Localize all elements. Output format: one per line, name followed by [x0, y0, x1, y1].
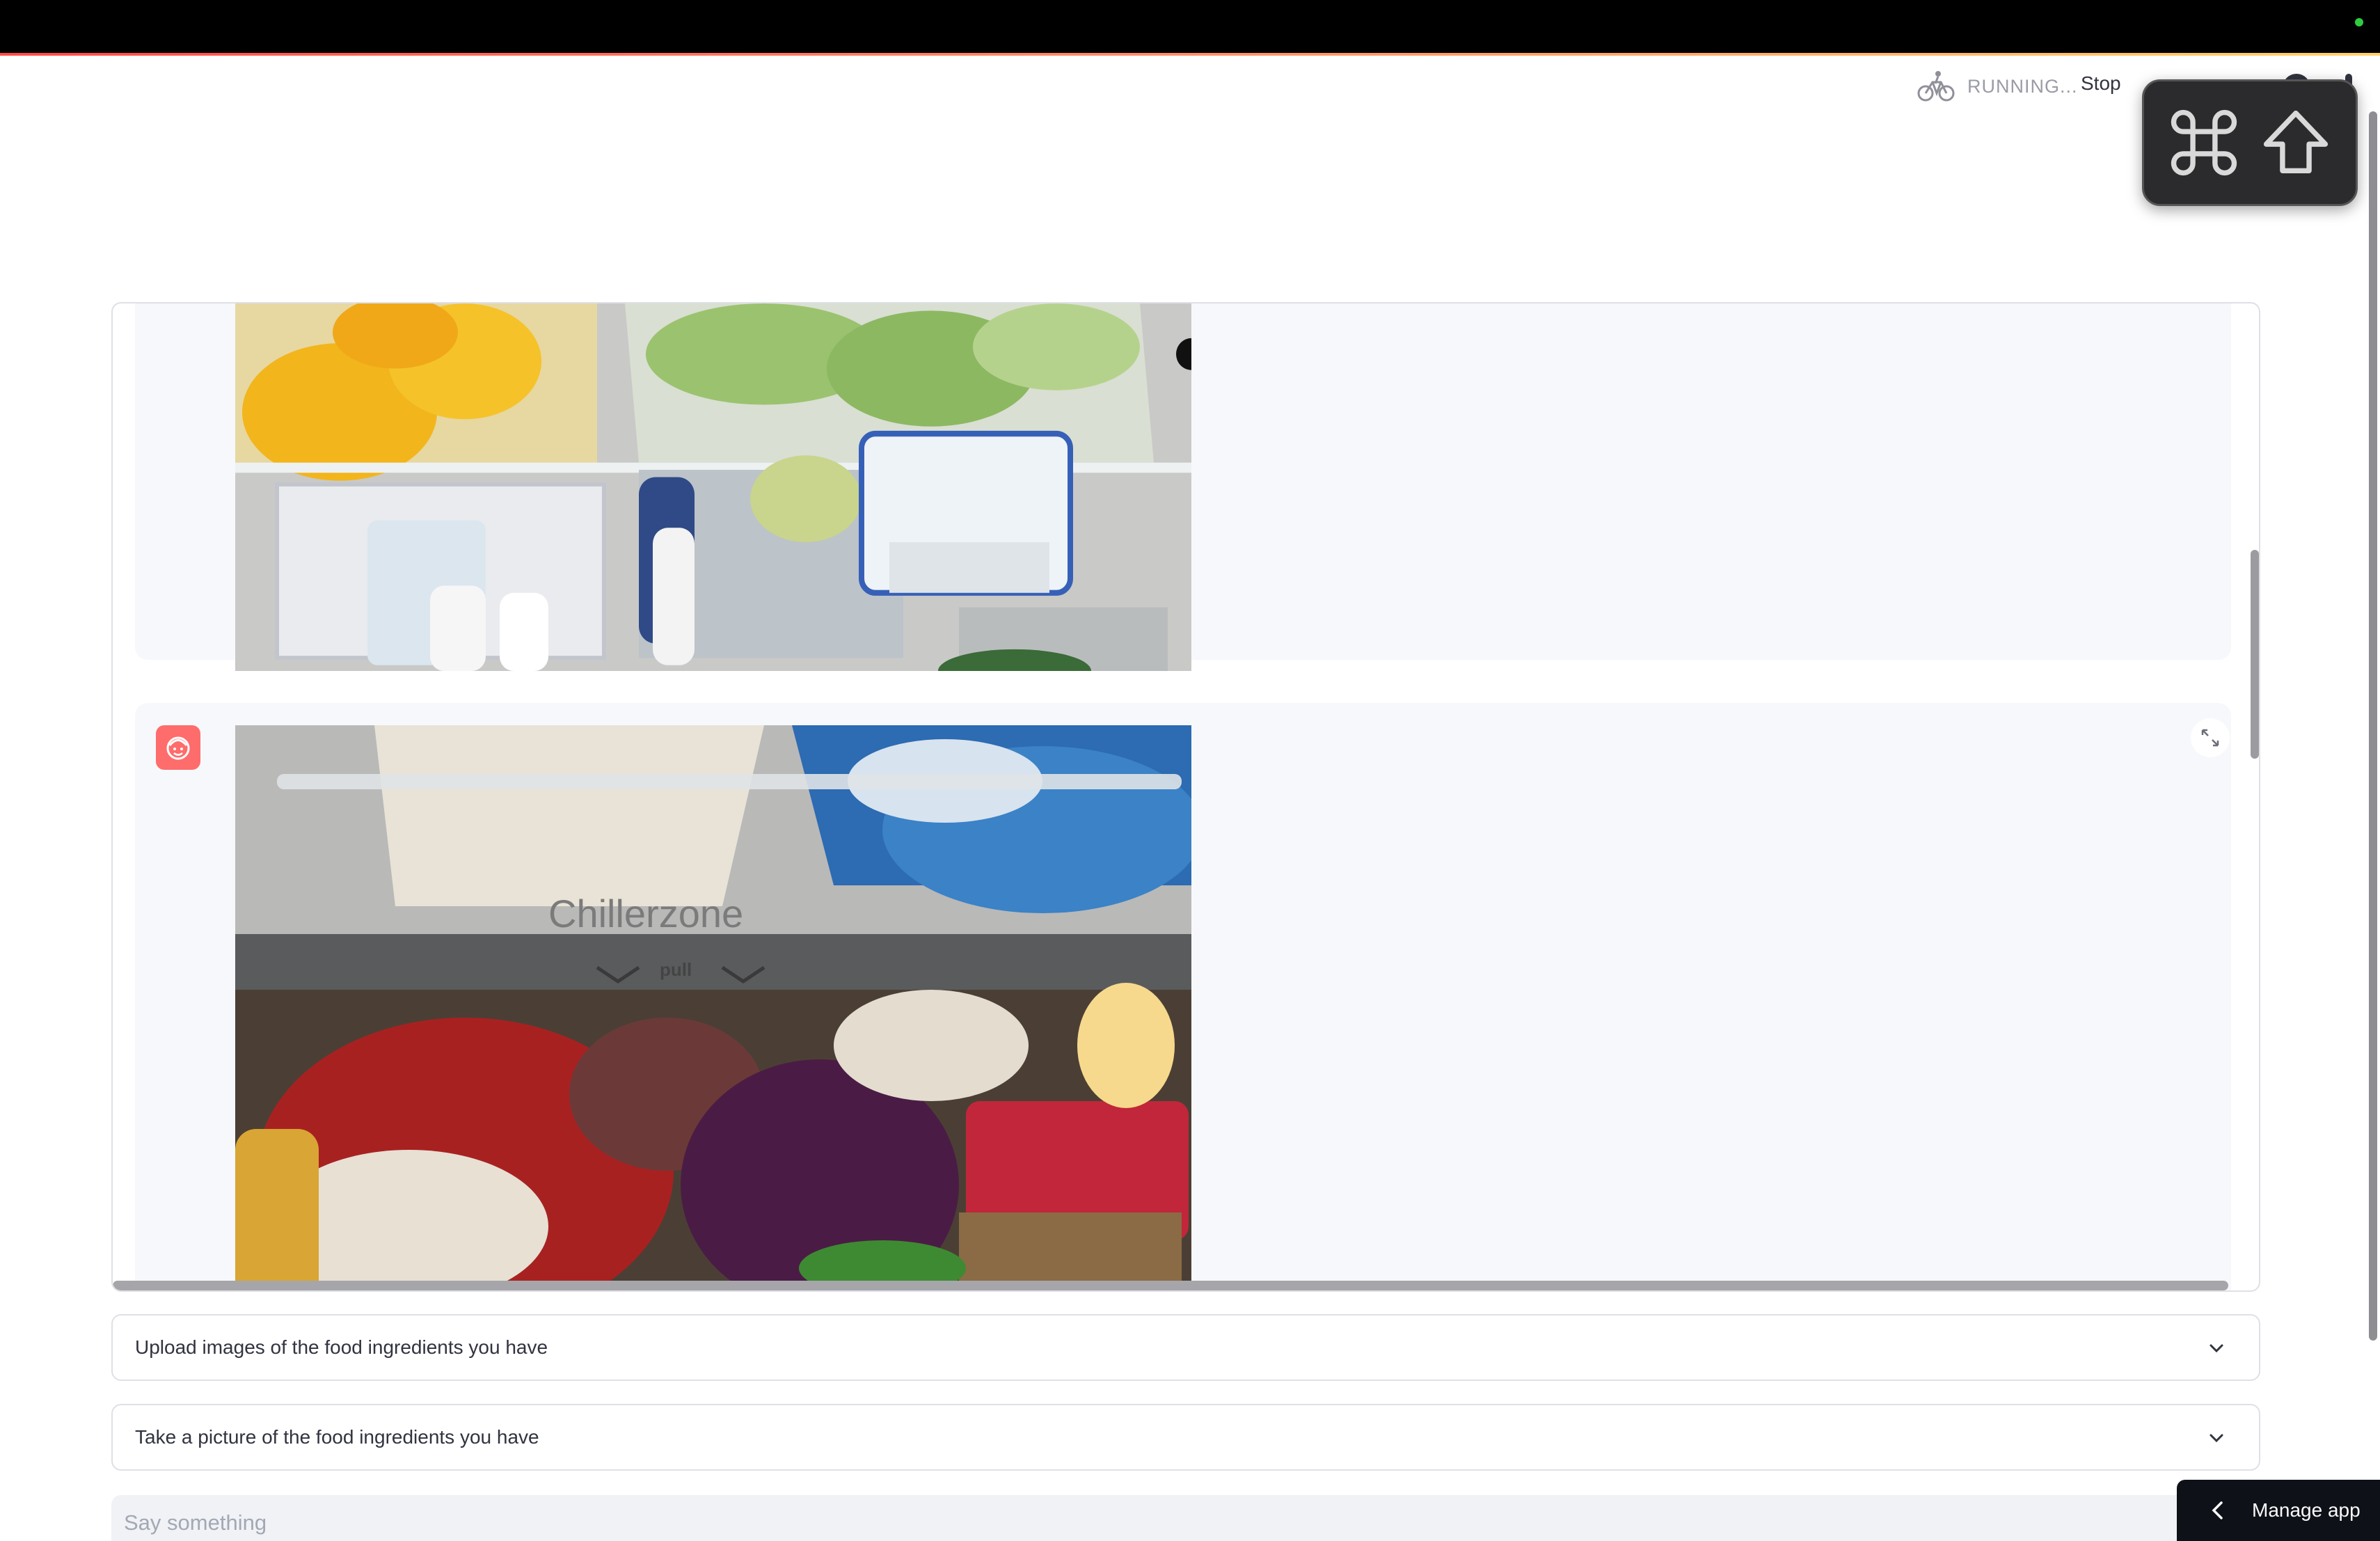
chiller-zone-label: Chillerzone: [548, 892, 743, 935]
shift-key-icon: [2263, 110, 2329, 173]
chat-message: Chillerzone pull: [135, 703, 2231, 1290]
fridge-chiller-crisper-photo: Chillerzone pull: [235, 725, 1191, 1290]
header-decoration: [0, 53, 2380, 56]
manage-app-label: Manage app: [2252, 1499, 2361, 1521]
chat-messages-container[interactable]: Chillerzone pull: [111, 302, 2260, 1292]
stop-button[interactable]: Stop: [2081, 72, 2121, 95]
keyboard-shortcut-overlay: [2142, 79, 2358, 206]
command-key-icon: [2171, 109, 2237, 176]
running-status-text: RUNNING...: [1967, 75, 2078, 97]
take-picture-expander-label: Take a picture of the food ingredients y…: [135, 1426, 539, 1448]
messages-horizontal-scrollbar[interactable]: [113, 1281, 2228, 1290]
chevron-left-icon: [2212, 1501, 2223, 1519]
take-picture-expander[interactable]: Take a picture of the food ingredients y…: [111, 1404, 2260, 1471]
page-scrollbar[interactable]: [2369, 111, 2377, 1341]
expand-icon: [2201, 729, 2219, 747]
running-status: RUNNING...: [1917, 68, 2078, 104]
upload-images-expander[interactable]: Upload images of the food ingredients yo…: [111, 1314, 2260, 1381]
top-bar: [0, 0, 2380, 53]
user-avatar: [156, 725, 200, 770]
status-dot: [2355, 18, 2363, 26]
chat-input[interactable]: [111, 1495, 2260, 1541]
chat-message: [135, 303, 2231, 671]
fullscreen-expand-button[interactable]: [2191, 718, 2230, 757]
messages-vertical-scrollbar[interactable]: [2251, 550, 2259, 759]
upload-images-expander-label: Upload images of the food ingredients yo…: [135, 1336, 548, 1358]
chevron-down-icon: [2210, 1344, 2223, 1353]
chevron-down-icon: [2210, 1434, 2223, 1443]
bicycle-icon: [1917, 71, 1955, 102]
pull-label: pull: [660, 959, 692, 980]
user-face-icon: [166, 736, 190, 760]
fridge-drawers-photo: [235, 303, 1191, 671]
manage-app-button[interactable]: Manage app: [2177, 1480, 2380, 1541]
